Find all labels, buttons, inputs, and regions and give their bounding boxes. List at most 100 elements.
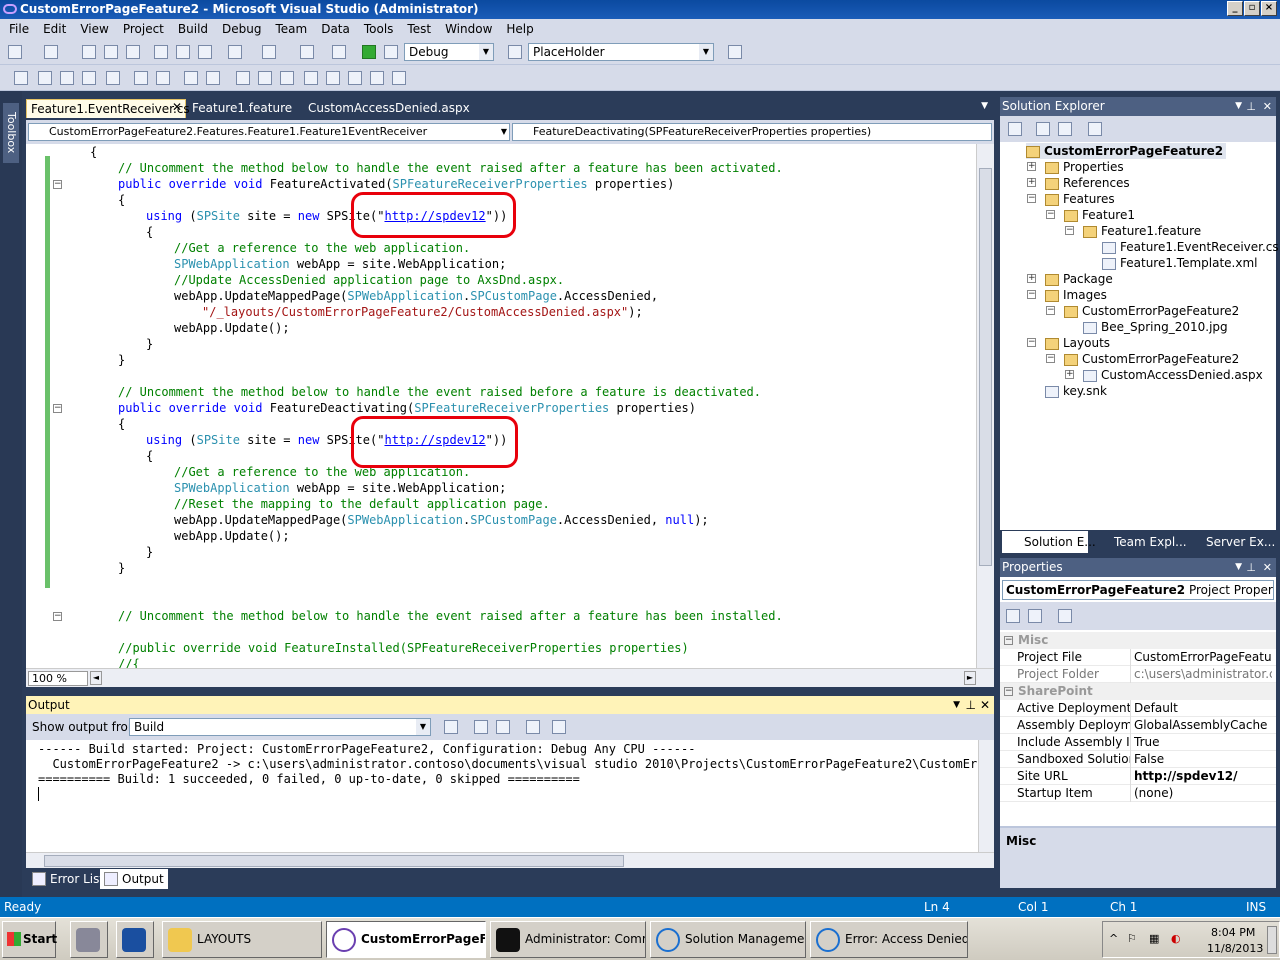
property-row[interactable]: Startup Item (none): [1000, 785, 1276, 802]
output-text[interactable]: ------ Build started: Project: CustomErr…: [26, 740, 978, 852]
tree-node[interactable]: − CustomErrorPageFeature2: [1046, 303, 1239, 319]
display-list-icon[interactable]: [106, 71, 120, 85]
collapse-icon[interactable]: −: [1027, 338, 1036, 347]
toolbox-tab[interactable]: Toolbox: [3, 103, 19, 163]
collapse-icon[interactable]: −: [53, 404, 62, 413]
tree-node[interactable]: + Properties: [1027, 159, 1124, 175]
close-panel-icon[interactable]: ✕: [1263, 558, 1272, 577]
code-line[interactable]: }: [146, 336, 153, 352]
find-message-icon[interactable]: [474, 720, 488, 734]
expand-icon[interactable]: +: [1027, 162, 1036, 171]
categorized-icon[interactable]: [1006, 609, 1020, 623]
code-line[interactable]: //{: [118, 656, 140, 668]
code-line[interactable]: webApp.Update();: [174, 528, 290, 544]
property-category[interactable]: SharePoint: [1000, 683, 1276, 700]
paste-icon[interactable]: [198, 45, 212, 59]
previous-bookmark-doc-icon[interactable]: [348, 71, 362, 85]
next-bookmark-doc-icon[interactable]: [370, 71, 384, 85]
code-text[interactable]: { // Uncomment the method below to handle…: [68, 144, 974, 668]
property-row[interactable]: Assembly Deployment TGlobalAssemblyCache: [1000, 717, 1276, 734]
pin-icon[interactable]: ⊥: [1246, 558, 1256, 577]
copy-icon[interactable]: [176, 45, 190, 59]
collapse-icon[interactable]: −: [1046, 354, 1055, 363]
collapse-icon[interactable]: −: [1046, 306, 1055, 315]
menu-item-tools[interactable]: Tools: [357, 22, 401, 36]
code-line[interactable]: public override void FeatureActivated(SP…: [118, 176, 674, 192]
font-icon[interactable]: [82, 71, 96, 85]
property-pages-icon[interactable]: [1058, 609, 1072, 623]
zoom-combo[interactable]: 100 %: [28, 671, 88, 686]
tree-node[interactable]: − Feature1: [1046, 207, 1135, 223]
property-category[interactable]: Misc: [1000, 632, 1276, 649]
uncomment-icon[interactable]: [206, 71, 220, 85]
flag-icon[interactable]: ⚐: [1127, 932, 1137, 945]
tab-server-explorer[interactable]: Server Ex...: [1184, 531, 1275, 553]
editor-vertical-scrollbar[interactable]: [976, 144, 994, 668]
collapse-icon[interactable]: −: [1004, 636, 1013, 645]
tree-node[interactable]: Feature1.Template.xml: [1102, 255, 1258, 271]
code-editor[interactable]: − − − {// Uncomment the method below to …: [26, 144, 994, 668]
tab-solution-explorer[interactable]: Solution E...: [1002, 531, 1096, 553]
pin-icon[interactable]: ⊥: [1246, 97, 1256, 116]
start-debugging-icon[interactable]: [362, 45, 376, 59]
previous-bookmark-folder-icon[interactable]: [304, 71, 318, 85]
previous-bookmark-icon[interactable]: [258, 71, 272, 85]
parameter-info-icon[interactable]: [38, 71, 52, 85]
menu-item-file[interactable]: File: [2, 22, 36, 36]
restore-button[interactable]: ▫: [1244, 1, 1260, 16]
increase-indent-icon[interactable]: [156, 71, 170, 85]
property-value[interactable]: CustomErrorPageFeature2.c: [1134, 649, 1272, 666]
code-line[interactable]: {: [118, 192, 125, 208]
tree-node[interactable]: − Features: [1027, 191, 1115, 207]
code-line[interactable]: webApp.UpdateMappedPage(SPWebApplication…: [174, 288, 658, 304]
pin-icon[interactable]: ⊥: [966, 696, 976, 714]
add-item-icon[interactable]: [44, 45, 58, 59]
code-line[interactable]: // Uncomment the method below to handle …: [118, 608, 783, 624]
server-manager-button[interactable]: [70, 921, 108, 958]
toggle-bookmark-icon[interactable]: [236, 71, 250, 85]
output-source-combo[interactable]: Build ▼: [129, 718, 431, 736]
code-line[interactable]: {: [90, 144, 97, 160]
tree-node[interactable]: − CustomErrorPageFeature2: [1046, 351, 1239, 367]
tree-node[interactable]: − Images: [1027, 287, 1107, 303]
refresh-icon[interactable]: [1058, 122, 1072, 136]
next-bookmark-icon[interactable]: [280, 71, 294, 85]
property-row[interactable]: Project FileCustomErrorPageFeature2.c: [1000, 649, 1276, 666]
menu-item-view[interactable]: View: [73, 22, 115, 36]
next-message-icon[interactable]: [496, 720, 510, 734]
menu-item-team[interactable]: Team: [268, 22, 314, 36]
collapse-icon[interactable]: −: [1065, 226, 1074, 235]
undo-icon[interactable]: [228, 45, 242, 59]
close-panel-icon[interactable]: ✕: [1263, 97, 1272, 116]
scroll-left-icon[interactable]: ◄: [90, 671, 102, 685]
menu-item-test[interactable]: Test: [400, 22, 438, 36]
tree-node[interactable]: Bee_Spring_2010.jpg: [1083, 319, 1228, 335]
code-line[interactable]: webApp.Update();: [174, 320, 290, 336]
property-value[interactable]: (none): [1134, 785, 1272, 802]
property-row[interactable]: Sandboxed Solution False: [1000, 751, 1276, 768]
code-line[interactable]: }: [118, 560, 125, 576]
tab-customaccessdenied[interactable]: CustomAccessDenied.aspx: [304, 99, 474, 118]
clock-time[interactable]: 8:04 PM: [1211, 926, 1255, 939]
code-line[interactable]: {: [146, 448, 153, 464]
open-icon[interactable]: [82, 45, 96, 59]
start-button[interactable]: Start: [2, 921, 57, 958]
goto-error-icon[interactable]: [444, 720, 458, 734]
output-horizontal-scrollbar[interactable]: [26, 852, 994, 868]
cut-icon[interactable]: [154, 45, 168, 59]
alphabetical-icon[interactable]: [1028, 609, 1042, 623]
expand-icon[interactable]: +: [1027, 178, 1036, 187]
tab-error-list[interactable]: Error List: [28, 869, 108, 889]
scroll-right-icon[interactable]: ►: [964, 671, 976, 685]
navigate-forward-icon[interactable]: [332, 45, 346, 59]
close-panel-icon[interactable]: ✕: [980, 696, 990, 714]
code-line[interactable]: {: [118, 416, 125, 432]
taskbar-command-prompt[interactable]: Administrator: Comm...: [490, 921, 646, 958]
solution-configuration-combo[interactable]: Debug ▼: [404, 43, 494, 61]
tab-output[interactable]: Output: [100, 869, 168, 889]
window-position-icon[interactable]: ▼: [1235, 558, 1242, 577]
output-vertical-scrollbar[interactable]: [978, 740, 994, 852]
tree-node[interactable]: key.snk: [1045, 383, 1107, 399]
find-in-files-icon[interactable]: [508, 45, 522, 59]
powershell-button[interactable]: [116, 921, 154, 958]
